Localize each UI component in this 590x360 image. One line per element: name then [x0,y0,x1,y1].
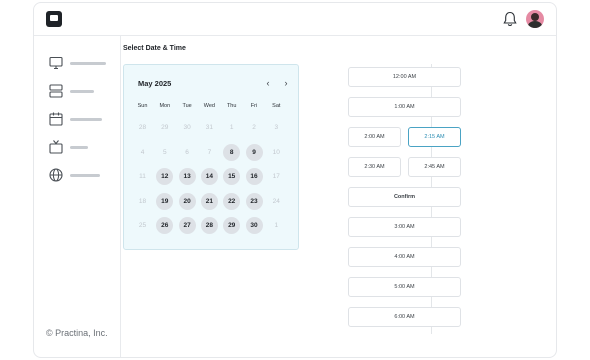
month-label: May 2025 [138,79,172,88]
calendar-day-unavailable: 29 [161,124,169,131]
weekday-label: Fri [250,103,258,109]
calendar-day-available[interactable]: 28 [200,217,218,234]
weekday-label: Wed [203,103,215,109]
sidebar-item-placeholder-bar [70,118,102,121]
time-slot[interactable]: 1:00 AM [348,97,461,117]
calendar-day-available[interactable]: 14 [200,168,218,185]
globe-icon [49,168,63,182]
calendar-day-unavailable: 11 [139,173,146,180]
weekday-label: Mon [159,103,171,109]
calendar-day-available[interactable]: 23 [245,192,263,210]
calendar-day-available[interactable]: 12 [156,168,174,185]
time-slot[interactable]: 2:00 AM [348,127,401,147]
calendar-day-available[interactable]: 21 [200,192,218,210]
time-slot[interactable]: 5:00 AM [348,277,461,297]
sidebar-item-placeholder-bar [70,174,100,177]
chevron-right-icon[interactable]: › [281,78,291,88]
calendar-day-unavailable: 18 [138,197,147,205]
time-slot[interactable]: 6:00 AM [348,307,461,327]
date-picker: May 2025 ‹ › Sun Mon Tue Wed Thu Fri Sat 28 29 3… [123,64,299,250]
time-slot[interactable]: 12:00 AM [348,67,461,87]
weekday-label: Thu [226,103,237,109]
page-title: Select Date & Time [123,45,186,52]
calendar-day-unavailable: 28 [138,124,147,131]
calendar-day-available[interactable]: 29 [223,217,241,234]
sidebar-item-placeholder-bar [70,146,88,149]
layers-icon [49,84,63,98]
time-slot[interactable]: 2:30 AM [348,157,401,177]
sidebar-item-placeholder-bar [70,90,94,93]
calendar-day-unavailable: 6 [185,148,189,156]
calendar-day-available[interactable]: 26 [156,217,174,234]
calendar-day-available[interactable]: 27 [178,217,196,234]
tv-icon [49,140,63,154]
confirm-button[interactable]: Confirm [348,187,461,207]
chevron-left-icon[interactable]: ‹ [263,78,273,88]
calendar-day-available[interactable]: 20 [178,192,196,210]
time-slot[interactable]: 3:00 AM [348,217,461,237]
calendar-day-available[interactable]: 16 [245,168,263,185]
calendar-day-available[interactable]: 15 [223,168,241,185]
calendar-day-unavailable: 3 [274,124,279,131]
calendar-icon [49,112,63,126]
calendar-day-available[interactable]: 13 [178,168,196,185]
top-bar [34,3,556,36]
app-logo-icon[interactable] [46,11,62,27]
sidebar-item-layers[interactable] [48,83,112,99]
calendar-day-available[interactable]: 8 [223,143,241,161]
calendar-day-unavailable: 17 [272,173,280,180]
sidebar-item-globe[interactable] [48,167,112,183]
user-avatar[interactable] [526,10,544,28]
calendar-day-unavailable: 31 [205,124,213,131]
calendar-day-unavailable: 30 [183,124,191,131]
calendar-day-available[interactable]: 19 [156,192,174,210]
weekday-label: Sat [272,103,281,109]
monitor-icon [49,56,63,70]
weekday-label: Sun [137,103,148,109]
calendar-day-unavailable: 5 [162,148,167,156]
calendar-day-unavailable: 1 [229,124,234,131]
calendar-day-unavailable: 1 [274,222,279,229]
bell-icon[interactable] [502,11,518,27]
calendar-day-unavailable: 25 [138,222,147,229]
calendar-day-unavailable: 2 [252,124,256,131]
time-slot[interactable]: 2:45 AM [408,157,461,177]
sidebar-item-placeholder-bar [70,62,106,65]
sidebar-item-calendar[interactable] [48,111,112,127]
calendar-day-unavailable: 24 [272,197,280,205]
sidebar-item-tv[interactable] [48,139,112,155]
calendar-day-available[interactable]: 9 [245,143,263,161]
calendar-day-unavailable: 10 [272,148,280,156]
time-slot-selected[interactable]: 2:15 AM [408,127,461,147]
calendar-day-unavailable: 7 [207,148,212,156]
weekday-label: Tue [182,103,192,109]
calendar-day-available[interactable]: 22 [223,192,241,210]
sidebar: © Practina, Inc. [34,36,121,357]
calendar-day-unavailable: 4 [140,148,145,156]
sidebar-item-monitor[interactable] [48,55,112,71]
copyright-footer: © Practina, Inc. [46,328,108,338]
time-slot[interactable]: 4:00 AM [348,247,461,267]
calendar-day-available[interactable]: 30 [245,217,263,234]
